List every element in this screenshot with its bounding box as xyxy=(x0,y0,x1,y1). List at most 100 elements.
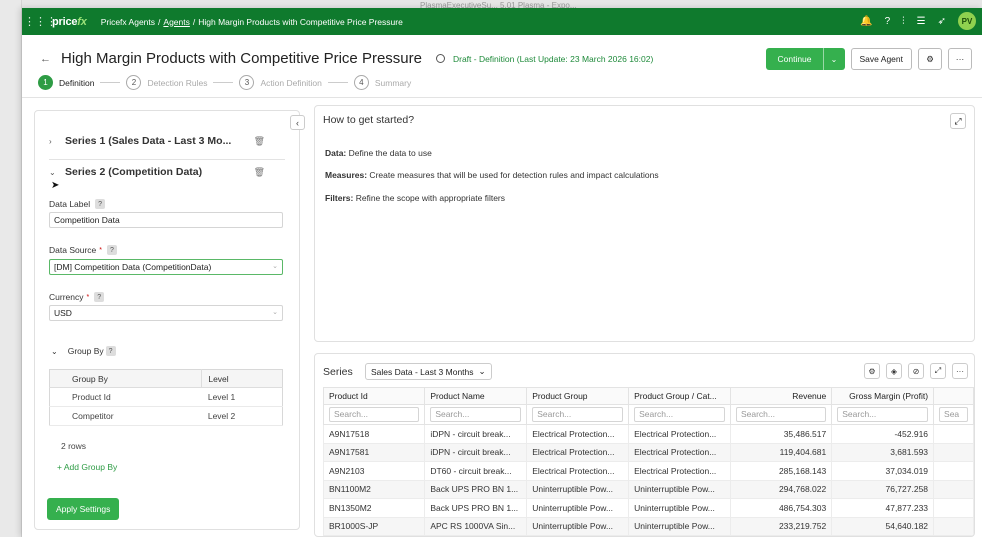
guide-filters-line: Filters: Refine the scope with appropria… xyxy=(325,193,505,203)
continue-label: Continue xyxy=(777,54,812,64)
cell: Level 2 xyxy=(201,406,283,426)
trash-icon[interactable]: 🗑 xyxy=(254,167,265,178)
table-row[interactable]: BR1000S-JP APC RS 1000VA Sin... Uninterrup… xyxy=(322,516,974,536)
step-connector xyxy=(213,82,234,83)
rocket-icon[interactable]: ➶ xyxy=(938,16,946,27)
chevron-down-icon: ⌄ xyxy=(272,309,278,316)
chevron-down-icon[interactable]: ⌄ xyxy=(822,48,845,70)
guide-term: Measures: xyxy=(325,170,368,180)
more-icon[interactable]: ··· xyxy=(952,363,968,379)
column-header[interactable]: Product Group / Cat... xyxy=(628,387,731,405)
bell-icon[interactable]: 🔔 xyxy=(860,16,872,27)
column-header[interactable]: Gross Margin (Profit) xyxy=(831,387,935,405)
chevron-down-icon[interactable]: ⌄ xyxy=(51,347,58,356)
help-icon[interactable]: ? xyxy=(885,16,891,27)
step-detection-rules[interactable]: 2 Detection Rules xyxy=(126,75,207,90)
layers-icon[interactable]: ◈ xyxy=(886,363,902,379)
table-row[interactable]: BN1350M2 Back UPS PRO BN 1... Uninterrupti… xyxy=(322,498,974,518)
cell: 47,877.233 xyxy=(831,498,935,518)
search-input[interactable]: Search... xyxy=(532,407,624,422)
cell: BN1100M2 xyxy=(322,479,426,499)
search-input[interactable]: Sea xyxy=(939,407,968,422)
currency-select[interactable]: USD ⌄ xyxy=(49,305,283,321)
add-group-by-button[interactable]: + Add Group By xyxy=(57,462,117,472)
column-header[interactable]: Revenue xyxy=(729,387,833,405)
save-agent-button[interactable]: Save Agent xyxy=(850,48,912,70)
cell: Uninterruptible Pow... xyxy=(628,498,731,518)
trash-icon[interactable]: 🗑 xyxy=(254,136,265,147)
sliders-icon[interactable]: ⫶ xyxy=(902,16,905,27)
search-input[interactable]: Search... xyxy=(634,407,725,422)
column-header[interactable]: Product Group xyxy=(526,387,630,405)
apply-settings-button[interactable]: Apply Settings xyxy=(47,498,120,520)
cell: 76,727.258 xyxy=(831,479,935,499)
help-icon[interactable]: ? xyxy=(106,245,117,255)
cell: A9N2103 xyxy=(322,461,426,481)
filter-cell: Search... xyxy=(322,404,426,425)
cell: iDPN - circuit break... xyxy=(424,442,528,462)
cell: A9N17518 xyxy=(322,424,426,444)
table-row[interactable]: A9N17518 iDPN - circuit break... Electrica… xyxy=(322,424,974,444)
continue-button[interactable]: Continue ⌄ xyxy=(766,48,845,70)
back-arrow-icon[interactable]: ← xyxy=(40,53,51,65)
data-source-value: [DM] Competition Data (CompetitionData) xyxy=(54,262,212,272)
more-button[interactable]: ··· xyxy=(948,48,972,70)
expand-icon[interactable]: ⤢ xyxy=(930,363,946,379)
column-header[interactable]: Level xyxy=(201,369,283,388)
table-row[interactable]: A9N17581 iDPN - circuit break... Electrica… xyxy=(322,442,974,462)
cell xyxy=(933,479,974,499)
gear-icon[interactable]: ⚙ xyxy=(864,363,880,379)
column-header[interactable]: Group By xyxy=(49,369,202,388)
step-label: Summary xyxy=(374,77,412,88)
group-by-section[interactable]: ⌄ Group By? xyxy=(51,346,116,356)
guide-desc: Refine the scope with appropriate filter… xyxy=(353,193,506,203)
column-header[interactable]: Product Name xyxy=(424,387,528,405)
hide-icon[interactable]: ⊘ xyxy=(908,363,924,379)
logo[interactable]: pricefx xyxy=(52,16,87,28)
help-icon[interactable]: ? xyxy=(95,199,106,209)
help-icon[interactable]: ? xyxy=(94,292,105,302)
column-header[interactable] xyxy=(933,387,974,405)
help-icon[interactable]: ? xyxy=(105,346,116,356)
cell: 233,219.752 xyxy=(729,516,833,536)
step-label: Action Definition xyxy=(260,77,322,88)
search-input[interactable]: Search... xyxy=(735,407,827,422)
series-2-row[interactable]: ⌄ Series 2 (Competition Data) 🗑 xyxy=(49,166,285,178)
cell: Electrical Protection... xyxy=(526,442,630,462)
breadcrumb-agents[interactable]: Agents xyxy=(163,17,189,27)
data-label-input[interactable]: Competition Data xyxy=(49,212,283,228)
step-number: 1 xyxy=(38,75,53,90)
collapse-panel-icon[interactable]: ‹ xyxy=(290,115,305,130)
step-summary[interactable]: 4 Summary xyxy=(353,75,412,90)
grid-icon[interactable]: ⋮⋮⋮ xyxy=(24,15,57,28)
table-row[interactable]: Competitor Level 2 xyxy=(49,406,283,426)
table-row[interactable]: A9N2103 DT60 - circuit break... Electrical… xyxy=(322,461,974,481)
gear-icon[interactable]: ⚙ xyxy=(918,48,942,70)
breadcrumb-pricefx-agents[interactable]: Pricefx Agents xyxy=(101,17,155,27)
database-icon[interactable]: ☰ xyxy=(917,16,926,27)
chevron-down-icon[interactable]: ⌄ xyxy=(49,168,65,177)
search-input[interactable]: Search... xyxy=(329,407,420,422)
step-definition[interactable]: 1 Definition xyxy=(38,75,94,90)
search-input[interactable]: Search... xyxy=(837,407,929,422)
cell xyxy=(933,516,974,536)
series-select[interactable]: Sales Data - Last 3 Months ⌄ xyxy=(365,363,492,380)
page-title: High Margin Products with Competitive Pr… xyxy=(61,50,422,67)
series-1-row[interactable]: › Series 1 (Sales Data - Last 3 Mo... 🗑 xyxy=(49,135,285,147)
status-badge: Draft - Definition (Last Update: 23 Marc… xyxy=(452,53,654,64)
series-data-panel: Series Sales Data - Last 3 Months ⌄ ⚙ ◈ ⊘… xyxy=(314,353,975,537)
avatar[interactable]: PV xyxy=(958,12,976,30)
column-header[interactable]: Product Id xyxy=(322,387,426,405)
series-2-name: Series 2 (Competition Data) xyxy=(65,166,203,178)
divider xyxy=(49,159,285,160)
expand-icon[interactable]: ⤢ xyxy=(950,113,966,129)
chevron-right-icon[interactable]: › xyxy=(49,137,65,146)
step-action-definition[interactable]: 3 Action Definition xyxy=(239,75,322,90)
cell xyxy=(933,424,974,444)
data-source-select[interactable]: [DM] Competition Data (CompetitionData) ⌄ xyxy=(49,259,283,275)
search-input[interactable]: Search... xyxy=(430,407,522,422)
cell: 37,034.019 xyxy=(831,461,935,481)
cell: Electrical Protection... xyxy=(628,424,731,444)
table-row[interactable]: Product Id Level 1 xyxy=(49,387,283,407)
table-row[interactable]: BN1100M2 Back UPS PRO BN 1... Uninterrupti… xyxy=(322,479,974,499)
